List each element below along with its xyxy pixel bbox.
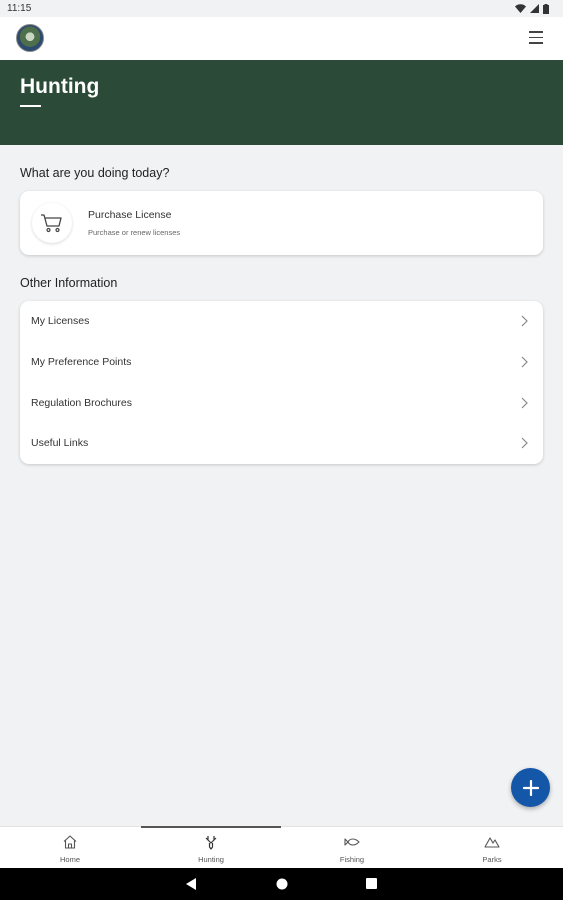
recents-icon[interactable]: [366, 878, 377, 889]
cart-icon-wrap: [32, 203, 72, 243]
list-item-preference-points[interactable]: My Preference Points: [20, 342, 543, 382]
wifi-icon: [515, 4, 526, 13]
chevron-right-icon: [521, 315, 528, 327]
title-underline: [20, 105, 41, 107]
purchase-license-subtitle: Purchase or renew licenses: [88, 228, 181, 237]
tab-label: Home: [59, 855, 80, 864]
active-tab-indicator: [141, 826, 281, 828]
list-item-regulation-brochures[interactable]: Regulation Brochures: [20, 383, 543, 423]
list-item-useful-links[interactable]: Useful Links: [20, 423, 543, 463]
purchase-license-title: Purchase License: [88, 209, 172, 221]
purchase-license-card[interactable]: Purchase License Purchase or renew licen…: [20, 191, 543, 255]
back-icon[interactable]: [186, 878, 197, 890]
other-information-list: My Licenses My Preference Points Regulat…: [20, 301, 543, 464]
section-title-today: What are you doing today?: [20, 166, 170, 180]
plus-icon: [522, 779, 539, 796]
home-nav-icon[interactable]: [276, 878, 288, 890]
add-fab-button[interactable]: [511, 768, 550, 807]
status-time: 11:15: [7, 3, 32, 14]
fish-icon: [344, 838, 360, 846]
mountain-icon: [484, 837, 500, 848]
status-icons: [515, 3, 549, 14]
deer-antlers-icon: [205, 836, 217, 850]
page-title: Hunting: [20, 75, 100, 98]
tab-label: Hunting: [198, 855, 224, 864]
list-item-my-licenses[interactable]: My Licenses: [20, 301, 543, 341]
status-bar: 11:15: [0, 0, 563, 17]
list-item-label: My Preference Points: [31, 356, 132, 368]
bottom-tab-bar: Home Hunting Fishing Parks: [0, 826, 563, 868]
battery-icon: [543, 3, 549, 14]
tab-home[interactable]: Home: [0, 827, 140, 869]
chevron-right-icon: [521, 437, 528, 449]
home-icon: [63, 835, 77, 849]
tab-parks[interactable]: Parks: [422, 827, 562, 869]
signal-icon: [530, 4, 539, 13]
hamburger-menu-icon[interactable]: [529, 31, 543, 45]
list-item-label: Useful Links: [31, 437, 89, 449]
section-title-other: Other Information: [20, 276, 118, 290]
tab-label: Fishing: [339, 855, 365, 864]
page-header-banner: Hunting: [0, 60, 563, 145]
tab-fishing[interactable]: Fishing: [282, 827, 422, 869]
list-item-label: My Licenses: [31, 315, 90, 327]
app-bar: [0, 17, 563, 60]
list-item-label: Regulation Brochures: [31, 397, 132, 409]
chevron-right-icon: [521, 397, 528, 409]
tab-label: Parks: [482, 855, 502, 864]
system-nav-bar: [0, 868, 563, 900]
tab-hunting[interactable]: Hunting: [141, 826, 281, 869]
chevron-right-icon: [521, 356, 528, 368]
agency-logo[interactable]: [16, 24, 44, 52]
shopping-cart-icon: [41, 214, 62, 233]
